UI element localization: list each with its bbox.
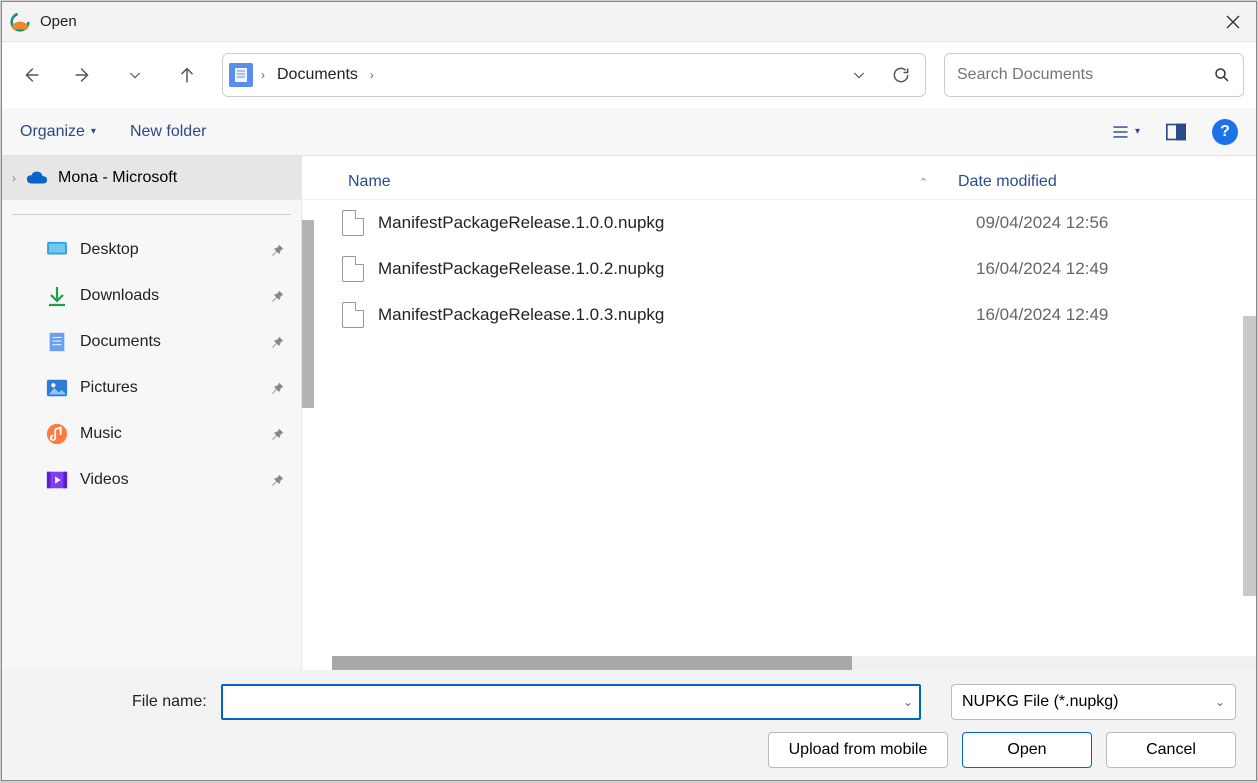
recent-dropdown[interactable]	[118, 58, 152, 92]
app-icon	[10, 12, 30, 32]
sidebar-account[interactable]: › Mona - Microsoft	[2, 156, 301, 200]
open-button[interactable]: Open	[962, 732, 1092, 768]
sidebar: › Mona - Microsoft Desktop Downloads Docum…	[2, 156, 302, 670]
file-list: ManifestPackageRelease.1.0.0.nupkg09/04/…	[302, 200, 1256, 670]
chevron-down-icon: ▾	[1135, 126, 1140, 137]
chevron-down-icon[interactable]: ⌄	[903, 695, 913, 709]
toolbar: Organize ▾ New folder ▾ ?	[2, 108, 1256, 156]
filetype-select[interactable]: NUPKG File (*.nupkg) ⌄	[951, 684, 1236, 720]
upload-label: Upload from mobile	[789, 741, 928, 759]
breadcrumb-history-dropdown[interactable]	[841, 57, 877, 93]
view-options-button[interactable]: ▾	[1112, 118, 1140, 146]
file-area: Name ⌃ Date modified ManifestPackageRele…	[302, 156, 1256, 670]
filetype-label: NUPKG File (*.nupkg)	[962, 693, 1119, 711]
sort-indicator-icon: ⌃	[919, 176, 928, 189]
sidebar-item-videos[interactable]: Videos	[2, 457, 301, 503]
desktop-icon	[46, 239, 68, 261]
search-icon	[1213, 66, 1231, 84]
pin-icon	[271, 289, 285, 303]
column-date-label: Date modified	[958, 173, 1057, 190]
forward-button[interactable]	[66, 58, 100, 92]
file-row[interactable]: ManifestPackageRelease.1.0.2.nupkg16/04/…	[302, 246, 1256, 292]
nav-row: › Documents ›	[2, 42, 1256, 108]
pin-icon	[271, 335, 285, 349]
sidebar-item-label: Desktop	[80, 241, 139, 259]
open-dialog: Open › Documents ›	[1, 1, 1257, 781]
breadcrumb[interactable]: › Documents ›	[222, 53, 926, 97]
cancel-button[interactable]: Cancel	[1106, 732, 1236, 768]
window-title: Open	[40, 13, 77, 30]
preview-pane-button[interactable]	[1162, 118, 1190, 146]
up-button[interactable]	[170, 58, 204, 92]
column-date[interactable]: Date modified	[958, 173, 1256, 191]
pin-icon	[271, 243, 285, 257]
file-icon	[342, 210, 364, 236]
search-input[interactable]	[957, 66, 1213, 84]
file-name: ManifestPackageRelease.1.0.2.nupkg	[378, 259, 976, 279]
new-folder-label: New folder	[130, 123, 206, 141]
sidebar-divider	[12, 214, 291, 215]
file-row[interactable]: ManifestPackageRelease.1.0.0.nupkg09/04/…	[302, 200, 1256, 246]
chevron-down-icon: ▾	[91, 126, 96, 137]
sidebar-item-desktop[interactable]: Desktop	[2, 227, 301, 273]
sidebar-item-label: Downloads	[80, 287, 159, 305]
documents-icon	[229, 63, 253, 87]
column-headers: Name ⌃ Date modified	[302, 156, 1256, 200]
refresh-button[interactable]	[883, 57, 919, 93]
body: › Mona - Microsoft Desktop Downloads Docum…	[2, 156, 1256, 670]
new-folder-button[interactable]: New folder	[130, 123, 206, 141]
sidebar-item-label: Music	[80, 425, 122, 443]
downloads-icon	[46, 285, 68, 307]
sidebar-item-music[interactable]: Music	[2, 411, 301, 457]
filename-input[interactable]	[221, 684, 921, 720]
file-icon	[342, 256, 364, 282]
vertical-scrollbar[interactable]	[1243, 316, 1256, 596]
file-date: 16/04/2024 12:49	[976, 259, 1108, 279]
sidebar-item-label: Documents	[80, 333, 161, 351]
pin-icon	[271, 381, 285, 395]
search-box[interactable]	[944, 53, 1244, 97]
help-button[interactable]: ?	[1212, 119, 1238, 145]
file-icon	[342, 302, 364, 328]
videos-icon	[46, 469, 68, 491]
footer: File name: ⌄ NUPKG File (*.nupkg) ⌄ Uplo…	[2, 670, 1256, 780]
organize-menu[interactable]: Organize ▾	[20, 123, 96, 141]
sidebar-item-label: Videos	[80, 471, 129, 489]
chevron-right-icon: ›	[368, 68, 376, 82]
upload-from-mobile-button[interactable]: Upload from mobile	[768, 732, 948, 768]
column-name-label: Name	[348, 173, 391, 191]
filename-label: File name:	[132, 693, 207, 711]
pin-icon	[271, 473, 285, 487]
pictures-icon	[46, 377, 68, 399]
breadcrumb-current[interactable]: Documents	[273, 66, 362, 84]
file-row[interactable]: ManifestPackageRelease.1.0.3.nupkg16/04/…	[302, 292, 1256, 338]
chevron-right-icon: ›	[259, 68, 267, 82]
sidebar-item-documents[interactable]: Documents	[2, 319, 301, 365]
chevron-right-icon: ›	[12, 171, 16, 185]
close-button[interactable]	[1210, 2, 1256, 42]
organize-label: Organize	[20, 123, 85, 141]
file-name: ManifestPackageRelease.1.0.3.nupkg	[378, 305, 976, 325]
titlebar: Open	[2, 2, 1256, 42]
music-icon	[46, 423, 68, 445]
open-label: Open	[1007, 741, 1046, 759]
sidebar-item-downloads[interactable]: Downloads	[2, 273, 301, 319]
column-name[interactable]: Name ⌃	[348, 173, 958, 191]
file-date: 09/04/2024 12:56	[976, 213, 1108, 233]
pin-icon	[271, 427, 285, 441]
sidebar-item-pictures[interactable]: Pictures	[2, 365, 301, 411]
horizontal-scrollbar-thumb[interactable]	[332, 656, 852, 670]
back-button[interactable]	[14, 58, 48, 92]
documents-icon	[46, 331, 68, 353]
onedrive-icon	[26, 170, 48, 186]
cancel-label: Cancel	[1146, 741, 1196, 759]
sidebar-item-label: Pictures	[80, 379, 138, 397]
file-name: ManifestPackageRelease.1.0.0.nupkg	[378, 213, 976, 233]
chevron-down-icon: ⌄	[1215, 695, 1225, 709]
sidebar-account-label: Mona - Microsoft	[58, 169, 177, 187]
file-date: 16/04/2024 12:49	[976, 305, 1108, 325]
